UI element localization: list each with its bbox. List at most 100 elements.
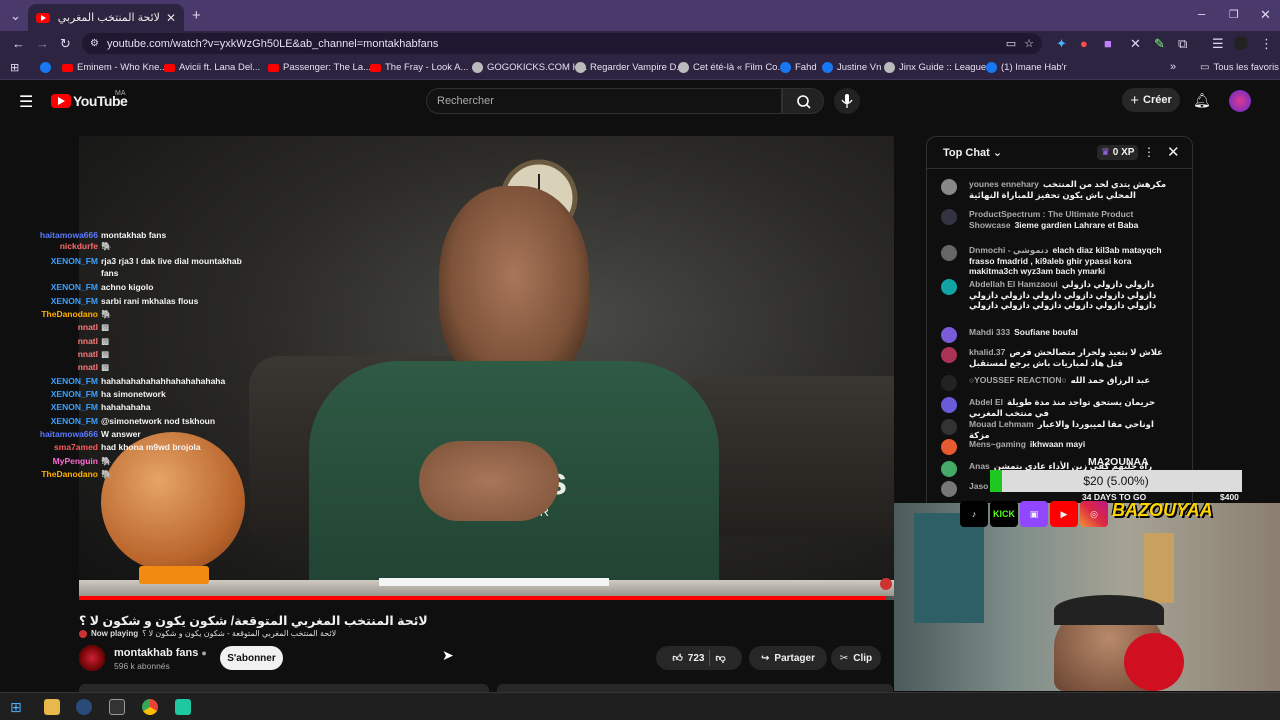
video-player[interactable]: adidas SPONSOR [79,136,894,600]
url-bar[interactable]: ⚙ youtube.com/watch?v=yxkWzGh50LE&ab_cha… [82,33,1042,54]
new-tab-icon[interactable]: + [192,7,201,24]
file-explorer-icon[interactable] [44,699,60,715]
hamburger-menu-icon[interactable]: ☰ [19,92,33,112]
media-icon[interactable]: ☰ [1212,36,1224,52]
more-bookmarks-icon[interactable]: » [1170,61,1176,73]
bookmark-item[interactable]: (1) Imane Hab'r [986,62,1067,73]
region-code: MA [115,90,126,97]
chat-author-avatar[interactable] [941,481,957,497]
dislike-button[interactable]: 👎︎ [715,652,725,664]
subscribe-button[interactable]: S'abonner [220,646,283,670]
chat-mode-selector[interactable]: Top Chat ⌄ [943,146,1002,159]
search-button[interactable] [782,88,824,114]
live-chat-replay-box[interactable] [497,684,893,692]
chat-author-name[interactable]: Mouad Lehmam [969,419,1034,429]
bookmark-item[interactable]: The Fray - Look A... [370,62,468,73]
bookmark-item[interactable]: Justine Vn [822,62,881,73]
description-box[interactable] [79,684,489,692]
back-icon[interactable]: ← [12,36,25,51]
chat-author-name[interactable]: Mens~gaming [969,439,1026,449]
overlay-chat-text: ▩ [101,322,110,332]
extension-icon[interactable]: ✎ [1154,36,1165,52]
steam-icon[interactable] [76,699,92,715]
chat-author-avatar[interactable] [941,179,957,195]
apps-grid-icon[interactable]: ⊞ [10,61,19,74]
overlay-chat-username: XENON_FM [50,389,98,399]
chat-author-avatar[interactable] [941,419,957,435]
chat-author-avatar[interactable] [941,327,957,343]
maximize-icon[interactable]: ❐ [1229,8,1239,21]
video-title: لائحة المنتخب المغربي المتوقعة/ شكون يكو… [79,614,428,628]
profile-avatar[interactable] [1234,36,1248,50]
overlay-chat-username: XENON_FM [50,282,98,292]
chat-author-name[interactable]: Dnmochi - دنموشي [969,245,1048,255]
bookmark-item[interactable] [40,62,55,73]
browser-tab[interactable]: لائحة المنتخب المغربي المتو ✕ [28,4,184,31]
channel-name[interactable]: montakhab fans ● [114,647,207,659]
overlay-chat-text: 🐘 [101,456,112,466]
tab-close-icon[interactable]: ✕ [166,11,176,25]
chat-menu-icon[interactable]: ⋮ [1143,145,1155,159]
chat-author-avatar[interactable] [941,279,957,295]
reload-icon[interactable]: ↻ [60,36,71,52]
app-icon[interactable] [175,699,191,715]
share-button[interactable]: ↪ Partager [749,646,827,670]
xp-badge[interactable]: ♛ 0 XP [1097,145,1139,160]
extensions-puzzle-icon[interactable]: ⧉ [1178,36,1187,52]
bookmark-item[interactable]: Passenger: The La... [268,62,371,73]
chat-author-avatar[interactable] [941,397,957,413]
bookmark-item[interactable]: Fahd [780,62,817,73]
chrome-icon[interactable] [142,699,158,715]
youtube-logo-icon[interactable] [51,94,71,108]
chat-author-name[interactable]: khalid.37 [969,347,1005,357]
site-info-icon[interactable]: ⚙ [90,38,99,49]
video-progress-bar[interactable] [79,596,894,600]
chat-author-name[interactable]: younes ennehary [969,179,1039,189]
extension-icon[interactable]: ✦ [1056,36,1067,52]
bookmark-item[interactable]: GOGOKICKS.COM H... [472,62,587,73]
chat-author-name[interactable]: Abdellah El Hamzaoui [969,279,1058,289]
notifications-bell-icon[interactable]: 🔔︎ [1193,92,1211,109]
menu-icon[interactable]: ⋮ [1260,36,1273,52]
account-avatar[interactable] [1229,90,1251,112]
close-window-icon[interactable]: ✕ [1260,7,1271,23]
chat-author-name[interactable]: Jaso [969,481,988,491]
epic-games-icon[interactable] [109,699,125,715]
clip-button[interactable]: ✂ Clip [831,646,881,670]
extension-icon[interactable]: ✕ [1130,36,1141,52]
extension-icon[interactable]: ■ [1104,36,1112,51]
chat-author-avatar[interactable] [941,209,957,225]
search-input[interactable]: Rechercher [426,88,782,114]
chat-author-avatar[interactable] [941,439,957,455]
chat-scrollbar[interactable] [1185,173,1189,503]
youtube-favicon-icon [36,12,50,23]
bookmark-item[interactable]: Eminem - Who Kne... [62,62,167,73]
bookmark-item[interactable]: Avicii ft. Lana Del... [164,62,260,73]
like-button[interactable]: 👍︎ 723 [672,652,704,665]
minimize-icon[interactable]: – [1198,6,1205,21]
extension-icon[interactable]: ● [1080,36,1088,51]
chat-author-name[interactable]: Mahdi 333 [969,327,1010,337]
channel-avatar[interactable] [79,645,105,671]
bookmark-item[interactable]: Regarder Vampire D... [575,62,684,73]
install-icon[interactable]: ▭ [1006,37,1016,50]
overlay-chat-text: fans [101,268,119,278]
chat-close-icon[interactable]: ✕ [1167,143,1180,161]
chat-author-name[interactable]: Abdel El [969,397,1003,407]
create-button[interactable]: + Créer [1122,88,1180,112]
all-bookmarks[interactable]: ▭ Tous les favoris [1200,62,1279,73]
voice-search-button[interactable] [834,88,860,114]
bookmark-item[interactable]: Cet été-là « Film Co... [678,62,785,73]
tab-search-icon[interactable]: ⌄ [10,8,21,24]
windows-start-icon[interactable]: ⊞ [10,699,26,715]
bookmark-item[interactable]: Jinx Guide :: League... [884,62,994,73]
bookmark-star-icon[interactable]: ☆ [1024,37,1034,50]
chat-author-avatar[interactable] [941,375,957,391]
chat-author-avatar[interactable] [941,461,957,477]
chat-author-name[interactable]: ○YOUSSEF REACTION○ [969,375,1067,385]
chat-author-avatar[interactable] [941,347,957,363]
forward-icon[interactable]: → [36,36,49,51]
xp-icon: ♛ [1101,147,1110,158]
chat-author-avatar[interactable] [941,245,957,261]
chat-author-name[interactable]: Anas [969,461,990,471]
